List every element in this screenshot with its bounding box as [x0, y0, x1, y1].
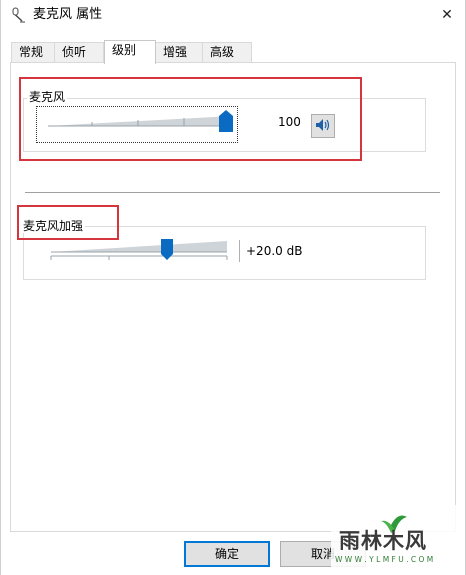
microphone-group-label: 麦克风	[27, 90, 68, 104]
separator-line	[25, 192, 440, 193]
tab-levels[interactable]: 级别	[104, 40, 156, 64]
tab-levels-label: 级别	[112, 43, 137, 57]
microphone-slider-thumb[interactable]	[219, 110, 233, 135]
tab-advanced[interactable]: 高级	[202, 42, 252, 62]
microphone-slider[interactable]	[46, 110, 236, 136]
microphone-level-value[interactable]: 100	[278, 115, 301, 129]
properties-window: 麦克风 属性 ✕ 常规 侦听 级别 增强 高级 麦克风 100 麦克风加强 +2…	[0, 0, 466, 575]
boost-level-value[interactable]: +20.0 dB	[246, 244, 302, 258]
boost-slider[interactable]	[49, 238, 229, 262]
watermark-logo: 雨林木风 W W W . Y L M F U . C O M	[331, 505, 461, 575]
mute-button[interactable]	[311, 114, 335, 138]
speaker-icon	[315, 118, 331, 135]
boost-slider-thumb[interactable]	[161, 239, 173, 263]
microphone-icon	[10, 7, 26, 23]
tab-general[interactable]: 常规	[11, 42, 55, 62]
tab-general-label: 常规	[19, 45, 44, 59]
boost-value-divider	[239, 240, 240, 262]
ok-button-label: 确定	[214, 547, 239, 561]
tab-advanced-label: 高级	[210, 45, 235, 59]
title-bar[interactable]: 麦克风 属性 ✕	[1, 0, 465, 32]
close-icon: ✕	[441, 7, 453, 23]
watermark-url: W W W . Y L M F U . C O M	[335, 555, 434, 564]
tab-enhancements[interactable]: 增强	[155, 42, 203, 62]
boost-group-label: 麦克风加强	[21, 219, 86, 233]
window-title: 麦克风 属性	[33, 7, 103, 22]
ok-button[interactable]: 确定	[184, 541, 270, 567]
watermark-brand: 雨林木风	[339, 529, 427, 553]
close-button[interactable]: ✕	[435, 4, 459, 26]
tab-enhancements-label: 增强	[163, 45, 188, 59]
tab-listen-label: 侦听	[62, 45, 87, 59]
tab-listen[interactable]: 侦听	[54, 42, 104, 62]
